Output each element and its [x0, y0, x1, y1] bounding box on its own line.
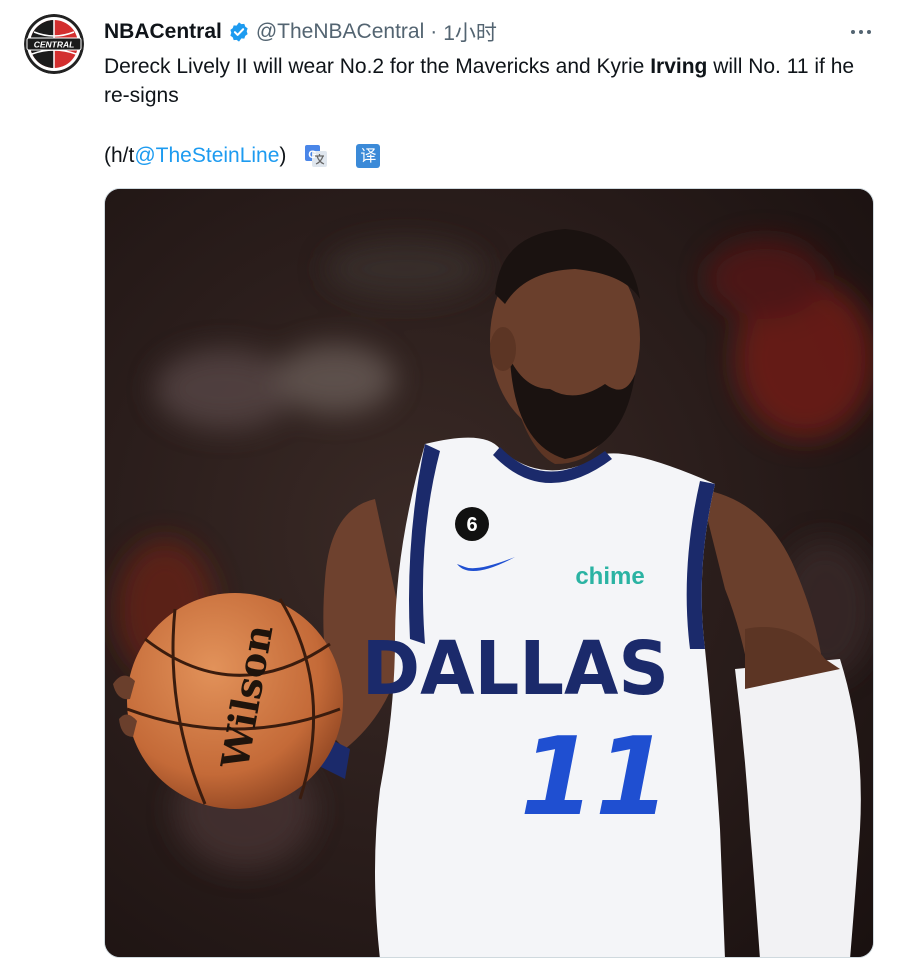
- author-handle[interactable]: @TheNBACentral: [256, 20, 424, 44]
- tweet-header: NBACentral @TheNBACentral · 1小时: [104, 17, 497, 47]
- verified-icon: [230, 22, 248, 42]
- google-translate-icon[interactable]: G: [304, 144, 328, 168]
- translate-icon[interactable]: 译: [356, 143, 381, 168]
- jersey-patch: 6: [466, 514, 477, 536]
- timestamp[interactable]: 1小时: [443, 17, 497, 47]
- credit-link[interactable]: @TheSteinLine: [134, 141, 279, 170]
- tweet-text: Dereck Lively II will wear No.2 for the …: [104, 52, 874, 110]
- avatar-text: CENTRAL: [34, 40, 75, 50]
- credit-prefix: (h/t: [104, 144, 135, 167]
- jersey-sponsor: chime: [575, 563, 644, 590]
- credit-suffix: ): [279, 144, 287, 167]
- avatar[interactable]: CENTRAL: [24, 14, 84, 74]
- separator-dot: ·: [430, 20, 438, 43]
- tweet-text-bold: Irving: [650, 55, 708, 78]
- author-name[interactable]: NBACentral: [104, 20, 222, 44]
- tweet: CENTRAL NBACentral @TheNBACentral · 1小时 …: [0, 0, 898, 962]
- tweet-credit: (h/t @TheSteinLine ) G 译: [104, 141, 381, 170]
- tweet-text-part1: Dereck Lively II will wear No.2 for the …: [104, 55, 651, 78]
- tweet-photo[interactable]: 6 chime DALLAS 11 Wilson: [104, 188, 874, 958]
- nbacentral-logo: CENTRAL: [24, 14, 84, 74]
- jersey-team: DALLAS: [362, 626, 669, 712]
- jersey-number: 11: [520, 715, 670, 840]
- svg-text:G: G: [309, 149, 318, 161]
- more-icon[interactable]: [846, 22, 876, 42]
- player-photo: 6 chime DALLAS 11 Wilson: [105, 189, 873, 957]
